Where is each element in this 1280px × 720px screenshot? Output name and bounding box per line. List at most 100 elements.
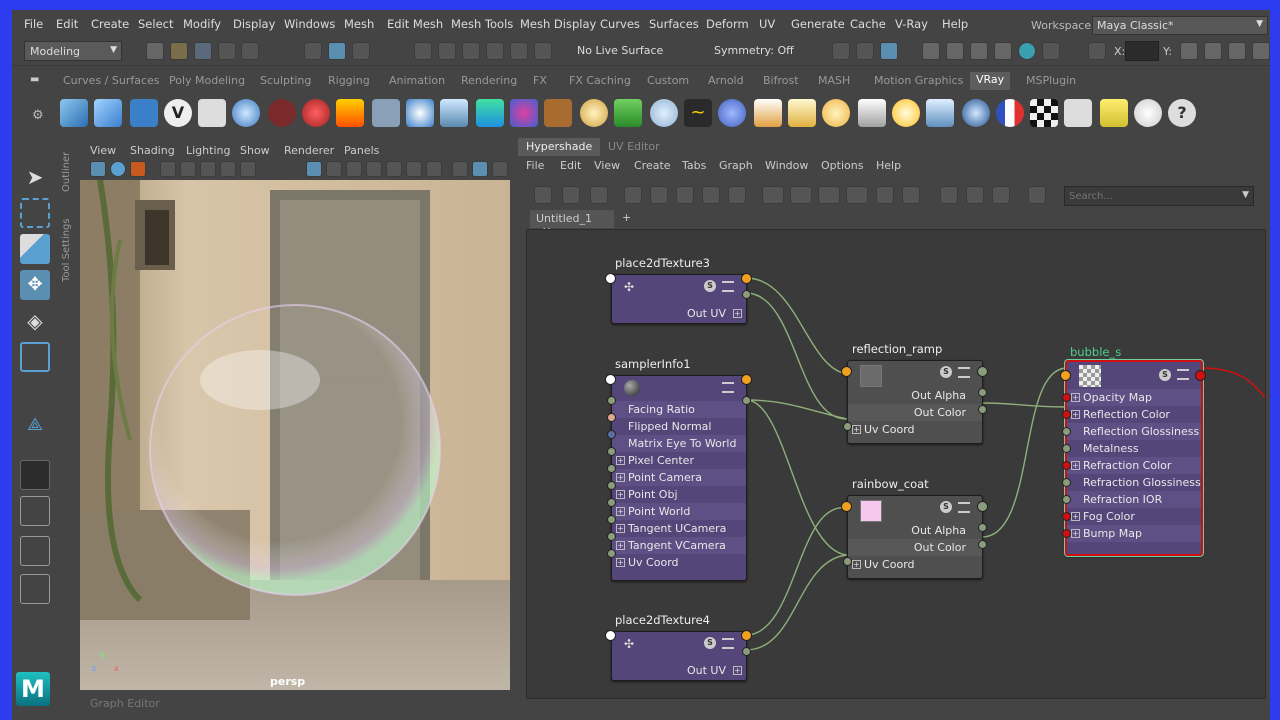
menu-generate[interactable]: Generate <box>791 17 845 31</box>
expand-icon[interactable]: + <box>1071 529 1080 538</box>
input-port[interactable] <box>605 374 616 385</box>
workspace-dropdown[interactable]: Maya Classic* ▼ <box>1092 16 1268 35</box>
hs-menu-edit[interactable]: Edit <box>560 159 581 172</box>
out-color-port[interactable] <box>978 540 987 549</box>
sphere-shading-icon[interactable] <box>110 161 126 177</box>
camera-lock-icon[interactable] <box>180 161 196 177</box>
menu-curves[interactable]: Curves <box>600 17 640 31</box>
node-bubble-s[interactable]: S + Opacity Map + Reflection Color Reflect… <box>1064 359 1204 557</box>
hs-search-field[interactable]: ▼ <box>1064 186 1254 206</box>
swatch-icon[interactable] <box>902 186 920 204</box>
expand-icon[interactable]: + <box>616 490 625 499</box>
menu-windows[interactable]: Windows <box>284 17 335 31</box>
swatch-toggle-icon[interactable]: S <box>1159 369 1171 381</box>
select-object-icon[interactable] <box>328 42 346 60</box>
menu-mesh-display[interactable]: Mesh Display <box>520 17 596 31</box>
paint-select-icon[interactable] <box>20 234 50 264</box>
vp-menu-view[interactable]: View <box>90 144 116 157</box>
outliner-tab[interactable]: Outliner <box>61 152 72 192</box>
add-tab-icon[interactable]: + <box>622 211 631 224</box>
shelf-tab-sculpting[interactable]: Sculpting <box>260 74 311 87</box>
shelf-tab-curves-surfaces[interactable]: Curves / Surfaces <box>63 74 160 87</box>
four-pane-icon[interactable] <box>20 496 50 526</box>
attr-list-icon[interactable] <box>958 367 970 378</box>
mode-dropdown[interactable]: Modeling ▼ <box>24 41 122 61</box>
custom-mode-icon[interactable] <box>846 186 868 204</box>
remove-selected-icon[interactable] <box>992 186 1010 204</box>
output-port[interactable] <box>1195 370 1206 381</box>
full-mode-icon[interactable] <box>818 186 840 204</box>
arrange-icon[interactable] <box>676 186 694 204</box>
hs-menu-graph[interactable]: Graph <box>719 159 753 172</box>
vray-vp-icon[interactable] <box>90 161 106 177</box>
node-graph[interactable]: place2dTexture3 ✣ S Out UV + samplerInfo1… <box>526 229 1266 699</box>
reflection-glossiness-port[interactable] <box>1062 427 1071 436</box>
history-icon[interactable] <box>832 42 850 60</box>
vray-spot-icon[interactable] <box>788 99 816 127</box>
snap-plane-icon[interactable] <box>534 42 552 60</box>
grid-icon[interactable] <box>306 161 322 177</box>
motion-blur-icon[interactable] <box>406 161 422 177</box>
ipr-render-icon[interactable] <box>970 42 988 60</box>
menu-surfaces[interactable]: Surfaces <box>649 17 699 31</box>
swatch-toggle-icon[interactable]: S <box>940 366 952 378</box>
input-port[interactable] <box>605 273 616 284</box>
attr-list-icon[interactable] <box>958 502 970 513</box>
connected-mode-icon[interactable] <box>790 186 812 204</box>
cube-icon[interactable] <box>1180 42 1198 60</box>
input-port[interactable] <box>1060 370 1071 381</box>
expand-icon[interactable]: + <box>616 524 625 533</box>
help-icon[interactable]: ? <box>1168 99 1196 127</box>
out-uv-port[interactable] <box>742 647 751 656</box>
snap-surface-icon[interactable] <box>510 42 528 60</box>
vray-flag-icon[interactable] <box>996 99 1024 127</box>
new-scene-icon[interactable] <box>146 42 164 60</box>
node-samplerinfo1[interactable]: Facing Ratio Flipped Normal Matrix Eye T… <box>611 375 747 581</box>
snap-grid-icon[interactable] <box>414 42 432 60</box>
node-place2dtexture3[interactable]: ✣ S Out UV + <box>611 274 747 324</box>
menu-uv[interactable]: UV <box>759 17 775 31</box>
add-selected-icon[interactable] <box>966 186 984 204</box>
shelf-tab-rigging[interactable]: Rigging <box>328 74 370 87</box>
vray-scatter-icon[interactable] <box>614 99 642 127</box>
hypershade-icon[interactable] <box>880 42 898 60</box>
gear-icon[interactable]: ⚙ <box>32 108 44 123</box>
shadows-icon[interactable] <box>366 161 382 177</box>
vray-sphere-light-icon[interactable] <box>232 99 260 127</box>
shelf-tab-arnold[interactable]: Arnold <box>708 74 744 87</box>
attr-list-icon[interactable] <box>1177 369 1189 380</box>
shelf-tab-rendering[interactable]: Rendering <box>461 74 517 87</box>
vray-frame-buffer-icon[interactable] <box>130 99 158 127</box>
texture-icon[interactable] <box>130 161 146 177</box>
out-color-port[interactable] <box>978 405 987 414</box>
outliner-layout-icon[interactable] <box>20 574 50 604</box>
smooth-shade-icon[interactable] <box>346 161 362 177</box>
last-tool-icon[interactable]: ⟁ <box>20 410 50 440</box>
ambient-occlusion-icon[interactable] <box>386 161 402 177</box>
vray-rect-light-icon[interactable] <box>926 99 954 127</box>
vp-menu-show[interactable]: Show <box>240 144 270 157</box>
refraction-glossiness-port[interactable] <box>1062 478 1071 487</box>
redo-icon[interactable] <box>241 42 259 60</box>
uv-coord-port[interactable] <box>843 422 852 431</box>
vray-vfb-icon[interactable] <box>1064 99 1092 127</box>
menu-modify[interactable]: Modify <box>183 17 221 31</box>
panel-toggle-icon[interactable] <box>1252 42 1270 60</box>
menu-select[interactable]: Select <box>138 17 173 31</box>
vray-cloud-icon[interactable] <box>1134 99 1162 127</box>
bookmark-icon[interactable] <box>200 161 216 177</box>
hs-menu-window[interactable]: Window <box>765 159 808 172</box>
construction-history-icon[interactable] <box>856 42 874 60</box>
undo-icon[interactable] <box>218 42 236 60</box>
expand-icon[interactable]: + <box>733 309 742 318</box>
select-component-icon[interactable] <box>352 42 370 60</box>
matrix-port[interactable] <box>607 430 616 439</box>
expand-icon[interactable]: + <box>616 507 625 516</box>
rotate-tool-icon[interactable]: ◈ <box>20 306 50 336</box>
shelf-tab-motion-graphics[interactable]: Motion Graphics <box>874 74 963 87</box>
attr-list-icon[interactable] <box>722 638 734 649</box>
pixel-center-port[interactable] <box>607 447 616 456</box>
simple-mode-icon[interactable] <box>762 186 784 204</box>
vray-material-icon[interactable] <box>302 99 330 127</box>
vray-plane-icon[interactable] <box>94 99 122 127</box>
